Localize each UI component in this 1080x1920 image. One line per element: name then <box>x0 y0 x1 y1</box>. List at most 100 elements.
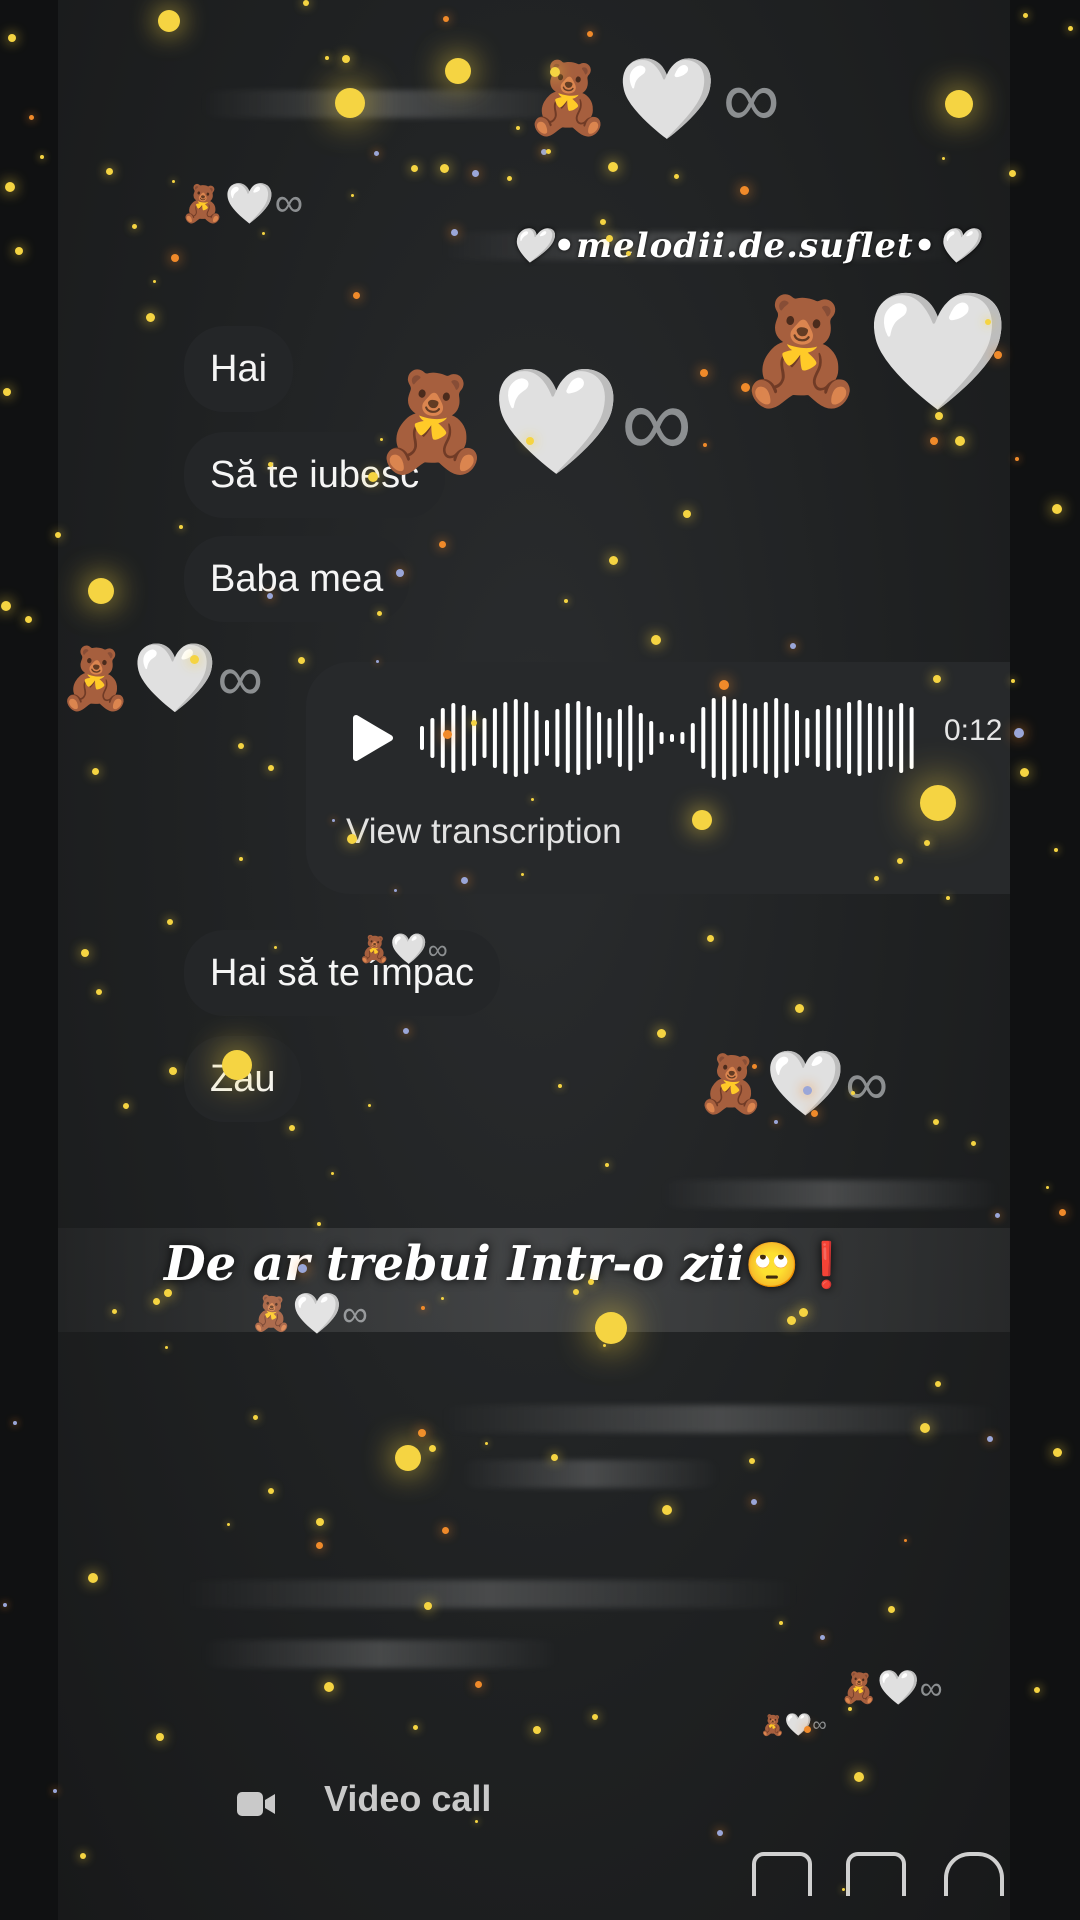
sparkle-particle <box>471 720 477 726</box>
sparkle-particle <box>380 438 383 441</box>
sparkle-particle <box>475 1820 478 1823</box>
lyric-text: De ar trebui Intr-o zii <box>164 1236 745 1292</box>
sparkle-particle <box>1009 170 1016 177</box>
sparkle-particle <box>106 168 113 175</box>
sparkle-particle <box>227 1523 230 1526</box>
sparkle-particle <box>717 1830 723 1836</box>
sparkle-particle <box>13 1421 17 1425</box>
sparkle-particle <box>413 1725 418 1730</box>
sparkle-particle <box>1023 13 1028 18</box>
sparkle-particle <box>485 1442 488 1445</box>
waveform-bar <box>597 712 602 764</box>
voice-message[interactable]: 0:12 View transcription <box>306 662 1010 894</box>
sparkle-particle <box>443 16 449 22</box>
infinity-icon: ∞ <box>427 933 448 965</box>
waveform-bar <box>420 726 424 750</box>
sparkle-particle <box>516 126 520 130</box>
sparkle-particle <box>92 768 99 775</box>
waveform-bar <box>836 708 841 768</box>
sparkle-particle <box>751 1499 757 1505</box>
light-streak <box>660 1180 1000 1208</box>
teddy-bear-icon: 🧸 <box>358 934 391 964</box>
sparkle-particle <box>531 798 534 801</box>
message-bubble[interactable]: Hai să te împac <box>184 930 500 1016</box>
waveform-bar <box>857 700 862 776</box>
sparkle-particle <box>158 10 180 32</box>
waveform-bar <box>784 703 789 773</box>
white-heart-icon: 🤍 <box>877 1669 920 1707</box>
waveform-bar <box>492 708 497 768</box>
sparkle-particle <box>920 785 956 821</box>
sparkle-particle <box>439 541 446 548</box>
bear-heart-infinity-sticker: 🧸 🤍 ∞ <box>524 52 780 146</box>
toolbar-icon[interactable] <box>944 1852 1004 1896</box>
waveform-bar <box>482 718 487 758</box>
waveform-bar <box>795 710 799 766</box>
waveform-bar <box>649 721 654 755</box>
sparkle-particle <box>1046 1186 1049 1189</box>
waveform-bar <box>888 709 893 767</box>
teddy-bear-icon: 🧸 <box>736 293 866 410</box>
sparkle-particle <box>424 1602 432 1610</box>
sparkle-particle <box>112 1309 117 1314</box>
sparkle-particle <box>804 1726 811 1733</box>
sparkle-particle <box>445 58 471 84</box>
sparkle-particle <box>935 1381 941 1387</box>
infinity-icon: ∞ <box>919 1669 943 1706</box>
waveform-bar <box>461 705 466 771</box>
sparkle-particle <box>1 601 11 611</box>
waveform-bar <box>545 720 549 756</box>
sparkle-particle <box>475 1681 482 1688</box>
waveform-bar <box>815 709 820 767</box>
waveform-bar <box>742 703 747 773</box>
sparkle-particle <box>342 55 350 63</box>
sparkle-particle <box>55 532 61 538</box>
toolbar-icon[interactable] <box>752 1852 812 1896</box>
watermark: 🤍•melodii.de.suflet•🤍 <box>510 226 980 266</box>
waveform-bar <box>774 698 779 778</box>
sparkle-particle <box>605 1163 609 1167</box>
sparkle-particle <box>222 1050 252 1080</box>
waveform-bar <box>826 705 831 771</box>
sparkle-particle <box>351 194 354 197</box>
message-bubble[interactable]: Baba mea <box>184 536 410 622</box>
message-bubble[interactable]: Zău <box>184 1036 302 1122</box>
sparkle-particle <box>608 162 618 172</box>
bear-heart-infinity-sticker: 🧸 🤍 ∞ <box>180 180 303 227</box>
teddy-bear-icon: 🧸 <box>180 182 225 224</box>
left-edge <box>0 0 58 1920</box>
sparkle-particle <box>172 180 175 183</box>
audio-waveform[interactable] <box>418 692 918 784</box>
sparkle-particle <box>719 680 729 690</box>
sparkle-particle <box>787 1316 796 1325</box>
toolbar-icon[interactable] <box>846 1852 906 1896</box>
sparkle-particle <box>396 569 404 577</box>
sparkle-particle <box>550 67 560 77</box>
sparkle-particle <box>169 1067 177 1075</box>
sparkle-particle <box>80 1853 86 1859</box>
message-bubble[interactable]: Hai <box>184 326 294 412</box>
waveform-bar <box>909 707 914 769</box>
sparkle-particle <box>558 1084 562 1088</box>
sparkle-particle <box>651 635 661 645</box>
video-call-button[interactable]: Video call <box>216 1760 576 1850</box>
waveform-bar <box>867 703 872 773</box>
sparkle-particle <box>3 1603 7 1607</box>
sparkle-particle <box>347 834 357 844</box>
sparkle-particle <box>335 88 365 118</box>
sparkle-particle <box>29 115 34 120</box>
sparkle-particle <box>603 1344 606 1347</box>
infinity-icon: ∞ <box>845 1050 889 1117</box>
sparkle-particle <box>418 1429 426 1437</box>
light-streak <box>460 1460 720 1488</box>
play-icon[interactable] <box>342 710 398 766</box>
sparkle-particle <box>298 1264 307 1273</box>
sparkle-particle <box>662 1505 672 1515</box>
sparkle-particle <box>262 232 265 235</box>
waveform-bar <box>805 718 810 758</box>
view-transcription-link[interactable]: View transcription <box>346 812 622 852</box>
infinity-icon: ∞ <box>812 1713 827 1736</box>
waveform-bar <box>878 706 883 770</box>
eye-roll-emoji-icon: 🙄 <box>744 1240 800 1291</box>
sparkle-particle <box>167 919 173 925</box>
